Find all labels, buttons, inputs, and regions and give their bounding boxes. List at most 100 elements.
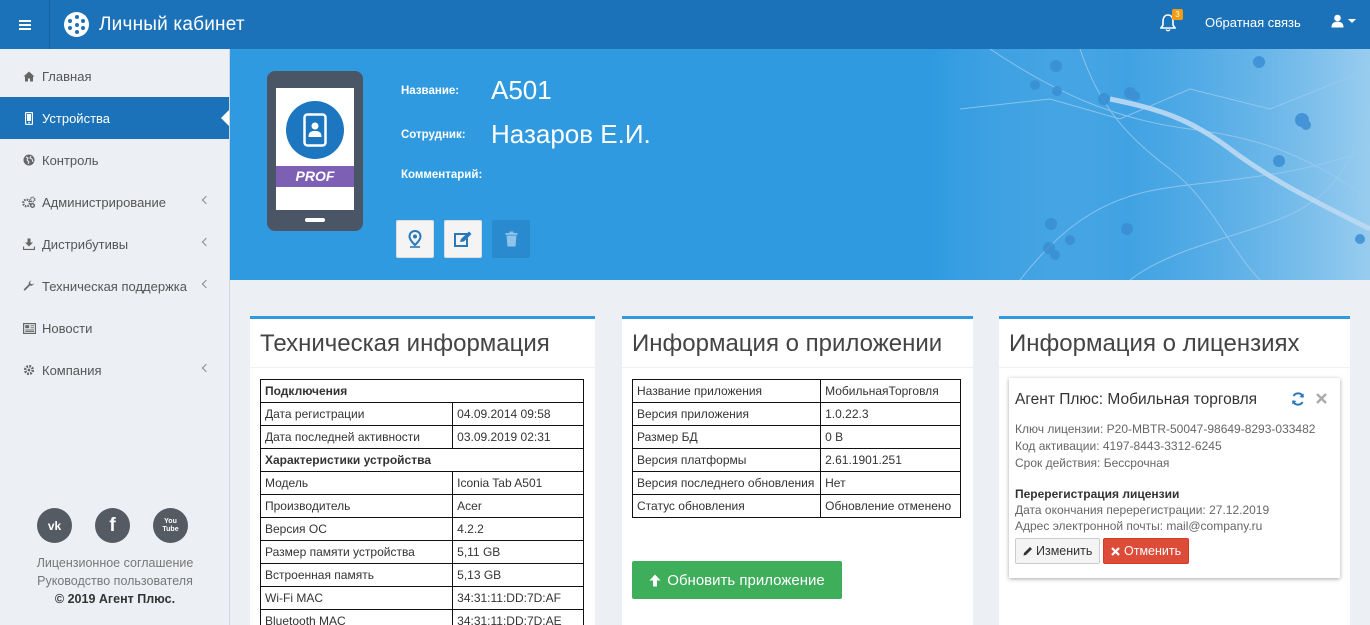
table-cell-value: Acer <box>452 494 584 518</box>
gear-icon <box>22 363 36 377</box>
sidebar-item-news[interactable]: Новости <box>0 307 229 349</box>
sidebar-item-label: Техническая поддержка <box>42 278 187 294</box>
copyright: © 2019 Агент Плюс. <box>54 592 176 606</box>
feedback-link[interactable]: Обратная связь <box>1205 15 1301 30</box>
sidebar-item-home[interactable]: Главная <box>0 55 229 97</box>
map-marker-icon <box>408 230 422 248</box>
cancel-license-button[interactable]: Отменить <box>1103 538 1190 564</box>
sidebar-item-label: Компания <box>42 362 102 378</box>
table-cell-label: Размер памяти устройства <box>259 540 454 564</box>
brand[interactable]: Личный кабинет <box>64 12 245 37</box>
tech-info-table: Подключения Дата регистрации 04.09.2014 09… <box>259 379 584 625</box>
device-image: PROF <box>267 71 363 231</box>
app-info-table: Название приложения МобильнаяТорговля Верс… <box>631 379 961 518</box>
table-cell-value: 1.0.22.3 <box>820 402 961 426</box>
pencil-icon <box>1023 547 1032 556</box>
facebook-icon[interactable]: f <box>95 508 130 543</box>
table-cell-value: МобильнаяТорговля <box>820 379 961 403</box>
license-validity: Срок действия: Бессрочная <box>1015 456 1170 470</box>
table-cell-label: Bluetooth MAC <box>259 609 454 625</box>
wrench-icon <box>22 279 36 293</box>
close-icon[interactable] <box>1316 393 1327 404</box>
table-row: Название приложения МобильнаяТорговля <box>631 379 961 403</box>
cogs-icon <box>22 195 36 209</box>
table-row: Размер БД 0 B <box>631 425 961 449</box>
table-cell-label: Версия ОС <box>259 517 454 541</box>
edit-icon <box>454 231 472 247</box>
hamburger-icon <box>18 18 31 32</box>
phone-user-icon <box>286 101 344 159</box>
license-key: Ключ лицензии: P20-MBTR-50047-98649-8293… <box>1015 422 1316 436</box>
table-row: Wi-Fi MAC 34:31:11:DD:7D:AF <box>259 586 584 610</box>
sidebar-item-label: Дистрибутивы <box>42 236 129 252</box>
table-row: Версия платформы 2.61.1901.251 <box>631 448 961 472</box>
update-app-label: Обновить приложение <box>667 571 825 589</box>
sidebar-item-support[interactable]: Техническая поддержка <box>0 265 229 307</box>
table-section-header: Характеристики устройства <box>260 448 584 472</box>
edit-device-button[interactable] <box>444 220 482 258</box>
mobile-icon <box>22 111 36 125</box>
sidebar-item-control[interactable]: Контроль <box>0 139 229 181</box>
table-cell-label: Дата регистрации <box>259 402 454 426</box>
table-row: Характеристики устройства <box>260 448 584 472</box>
user-menu-button[interactable] <box>1331 14 1356 28</box>
table-cell-value: Обновление отменено <box>820 494 961 518</box>
globe-icon <box>22 153 36 167</box>
refresh-icon[interactable] <box>1291 392 1305 406</box>
device-name-label: Название: <box>401 84 460 97</box>
table-cell-value: Iconia Tab A501 <box>452 471 584 495</box>
chevron-down-icon <box>1348 19 1356 23</box>
edit-license-label: Изменить <box>1036 544 1093 558</box>
app-info-title: Информация о приложении <box>622 319 973 368</box>
sidebar-item-devices[interactable]: Устройства <box>0 97 229 139</box>
table-cell-value: 5,13 GB <box>452 563 584 587</box>
update-app-button[interactable]: Обновить приложение <box>632 561 842 599</box>
table-cell-label: Дата последней активности <box>259 425 454 449</box>
table-cell-label: Размер БД <box>631 425 822 449</box>
comment-row: Комментарий: <box>401 169 491 181</box>
table-row: Дата последней активности 03.09.2019 02:3… <box>259 425 584 449</box>
table-row: Производитель Acer <box>259 494 584 518</box>
table-cell-label: Производитель <box>259 494 454 518</box>
license-card: Агент Плюс: Мобильная торговля Ключ лице… <box>1009 378 1340 578</box>
license-email: Адрес электронной почты: mail@company.ru <box>1015 519 1263 533</box>
trash-icon <box>505 231 517 247</box>
table-row: Размер памяти устройства 5,11 GB <box>259 540 584 564</box>
sidebar-item-administration[interactable]: Администрирование <box>0 181 229 223</box>
vk-icon[interactable]: vk <box>37 508 72 543</box>
user-icon <box>1331 14 1344 28</box>
table-cell-label: Версия приложения <box>631 402 822 426</box>
user-guide-link[interactable]: Руководство пользователя <box>0 572 230 590</box>
license-panel: Информация о лицензиях Агент Плюс: Мобил… <box>999 316 1350 625</box>
edit-license-button[interactable]: Изменить <box>1015 538 1101 564</box>
table-cell-value: 2.61.1901.251 <box>820 448 961 472</box>
youtube-icon[interactable]: You Tube <box>153 508 188 543</box>
sidebar-item-label: Контроль <box>42 152 99 168</box>
tech-info-title: Техническая информация <box>250 319 595 368</box>
table-cell-label: Версия последнего обновления <box>631 471 822 495</box>
table-row: Bluetooth MAC 34:31:11:DD:7D:AE <box>259 609 584 625</box>
chevron-left-icon <box>201 279 211 289</box>
table-section-header: Подключения <box>260 379 584 403</box>
chevron-left-icon <box>201 237 211 247</box>
reregistration-date: Дата окончания перерегистрации: 27.12.20… <box>1015 503 1270 517</box>
menu-toggle-button[interactable] <box>0 0 50 49</box>
table-cell-label: Версия платформы <box>631 448 822 472</box>
sidebar-footer: Лицензионное соглашение Руководство поль… <box>0 554 230 608</box>
table-cell-value: 0 B <box>820 425 961 449</box>
employee-name: Назаров Е.И. <box>491 119 651 149</box>
sidebar-item-company[interactable]: Компания <box>0 349 229 391</box>
table-cell-value: 4.2.2 <box>452 517 584 541</box>
newspaper-icon <box>22 321 36 335</box>
locate-button[interactable] <box>396 220 434 258</box>
license-agreement-link[interactable]: Лицензионное соглашение <box>0 554 230 572</box>
tech-info-panel: Техническая информация Подключения Дата р… <box>250 316 595 625</box>
app-info-panel: Информация о приложении Название приложе… <box>622 316 973 625</box>
table-cell-label: Wi-Fi MAC <box>259 586 454 610</box>
sidebar-item-label: Устройства <box>42 110 111 126</box>
sidebar: Главная Устройства Контроль Администриро… <box>0 49 230 625</box>
sidebar-item-distributives[interactable]: Дистрибутивы <box>0 223 229 265</box>
home-icon <box>22 69 36 83</box>
device-name: A501 <box>491 75 552 105</box>
delete-device-button[interactable] <box>492 220 530 258</box>
